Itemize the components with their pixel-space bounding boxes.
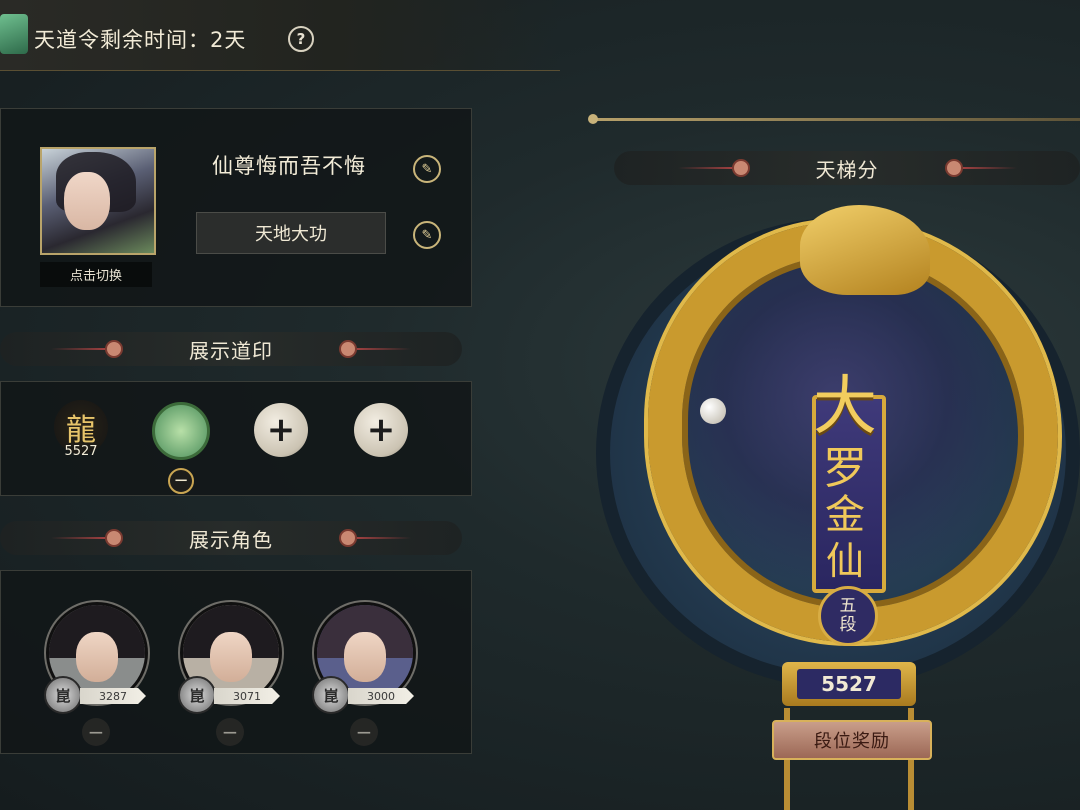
flower-icon [339,529,357,547]
remove-character-button[interactable]: − [350,718,378,746]
seal-value: 5527 [64,444,98,459]
avatar-switch-label[interactable]: 点击切换 [40,262,152,287]
player-name: 仙尊悔而吾不悔 [212,154,366,178]
rank-reward-button[interactable]: 段位奖励 [772,720,932,760]
dragon-head-icon [800,205,930,295]
sect-badge-icon: 崑 [312,676,350,714]
edit-name-icon[interactable]: ✎ [413,155,441,183]
remove-seal-button[interactable]: − [168,468,194,494]
edit-title-icon[interactable]: ✎ [413,221,441,249]
flower-icon [105,529,123,547]
ladder-section-header: 天梯分 [614,151,1080,185]
tier-unit: 段 [839,615,857,635]
divider-line [594,118,1080,121]
remove-character-button[interactable]: − [216,718,244,746]
avatar-face [64,172,110,230]
character-score: 3071 [214,688,280,704]
add-seal-button[interactable]: + [254,403,308,457]
remove-character-button[interactable]: − [82,718,110,746]
portrait-face [343,631,387,682]
header-deco-right [357,537,411,539]
header-deco-right [357,348,411,350]
jade-emblem-icon [0,14,28,54]
sect-badge-icon: 崑 [178,676,216,714]
seal-section-title: 展示道印 [189,338,273,363]
add-seal-button[interactable]: + [354,403,408,457]
flower-icon [105,340,123,358]
header-deco-right [962,167,1017,169]
season-timer: 天道令剩余时间：2天 [34,28,247,52]
pearl-icon [700,398,726,424]
ladder-score: 5527 [797,669,901,699]
seal-section-header: 展示道印 [0,332,462,366]
rank-tier-badge: 五 段 [818,586,878,646]
header-deco-left [677,167,732,169]
ladder-section-title: 天梯分 [815,157,879,182]
ladder-score-plate: 5527 [782,662,916,706]
flower-icon [339,340,357,358]
flower-icon [944,159,963,177]
character-score: 3000 [348,688,414,704]
rank-name-char: 仙 [825,539,864,583]
header-deco-left [51,537,105,539]
tier-number: 五 [839,596,857,616]
help-icon[interactable]: ? [288,26,314,52]
flower-icon [731,159,750,177]
player-title[interactable]: 天地大功 [196,212,386,254]
character-score: 3287 [80,688,146,704]
portrait-face [75,631,119,682]
header-deco-left [51,348,105,350]
portrait-face [209,631,253,682]
green-seal-icon[interactable] [152,402,210,460]
sect-badge-icon: 崑 [44,676,82,714]
character-section-title: 展示角色 [189,527,273,552]
character-section-header: 展示角色 [0,521,462,555]
divider-dot [588,114,598,124]
